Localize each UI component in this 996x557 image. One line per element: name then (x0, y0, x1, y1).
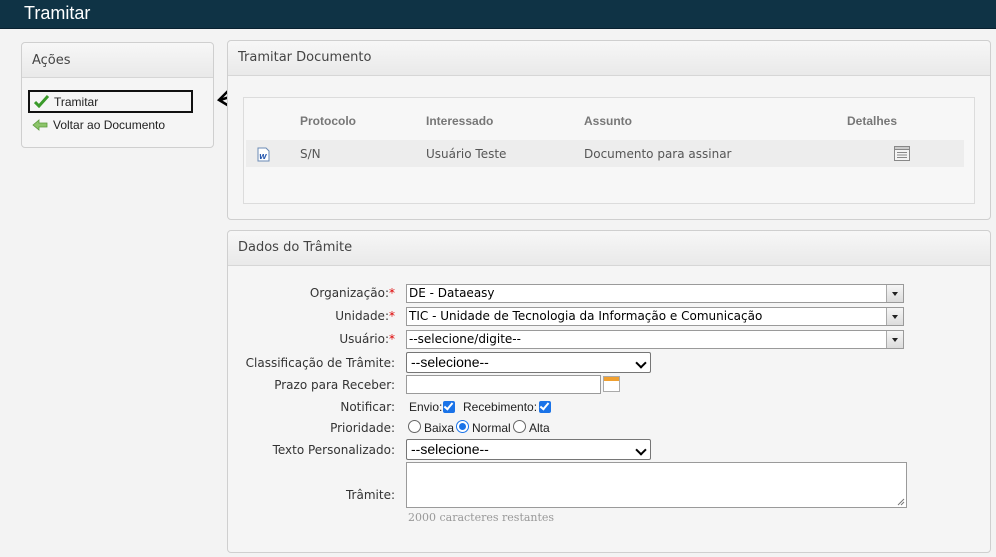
required-marker: * (389, 286, 395, 300)
dados-tramite-title: Dados do Trâmite (228, 231, 990, 266)
actions-panel: Ações Tramitar Voltar ao Documento (21, 42, 214, 148)
required-marker: * (389, 332, 395, 346)
calendar-icon[interactable] (603, 376, 620, 392)
dados-tramite-panel: Dados do Trâmite Organização:* DE - Data… (227, 230, 991, 553)
details-icon[interactable] (894, 146, 910, 161)
usuario-label: Usuário:* (339, 332, 395, 346)
envio-checkbox[interactable] (443, 401, 455, 413)
prazo-label: Prazo para Receber: (274, 378, 395, 392)
tramitar-documento-title: Tramitar Documento (228, 41, 990, 76)
radio-baixa-label: Baixa (424, 421, 455, 435)
chevron-down-icon[interactable] (886, 331, 903, 348)
check-icon (34, 95, 49, 108)
tramitar-action[interactable]: Tramitar (28, 90, 193, 113)
voltar-documento-label: Voltar ao Documento (53, 118, 166, 132)
organizacao-label: Organização:* (310, 286, 395, 300)
col-protocolo: Protocolo (300, 114, 356, 128)
organizacao-label-text: Organização: (309, 286, 389, 300)
cell-interessado: Usuário Teste (426, 147, 507, 161)
radio-alta[interactable] (513, 420, 526, 433)
prazo-input[interactable] (406, 375, 601, 394)
classificacao-label: Classificação de Trâmite: (245, 356, 395, 370)
svg-text:W: W (259, 153, 267, 161)
top-bar: Tramitar (0, 0, 996, 29)
recebimento-checkbox[interactable] (539, 401, 551, 413)
classificacao-select[interactable]: --selecione-- (406, 352, 651, 373)
usuario-label-text: Usuário: (339, 332, 389, 346)
page-title: Tramitar (24, 3, 91, 23)
tramitar-action-label: Tramitar (54, 94, 99, 109)
tramite-label: Trâmite: (345, 488, 395, 502)
unidade-value: TIC - Unidade de Tecnologia da Informaçã… (409, 309, 763, 323)
col-detalhes: Detalhes (847, 114, 898, 128)
documents-table: Protocolo Interessado Assunto Detalhes W… (243, 97, 975, 204)
texto-personalizado-select[interactable]: --selecione-- (406, 439, 651, 460)
unidade-label-text: Unidade: (335, 309, 389, 323)
cell-protocolo: S/N (300, 147, 321, 161)
chevron-down-icon (635, 357, 647, 369)
required-marker: * (389, 309, 395, 323)
cell-assunto: Documento para assinar (584, 147, 732, 161)
radio-baixa[interactable] (408, 420, 421, 433)
recebimento-label: Recebimento: (463, 400, 538, 414)
notificar-label: Notificar: (340, 400, 395, 414)
back-arrow-icon (32, 119, 48, 131)
resize-handle-icon[interactable] (897, 498, 905, 506)
unidade-label: Unidade:* (335, 309, 395, 323)
tramitar-documento-panel: Tramitar Documento Protocolo Interessado… (227, 40, 991, 220)
texto-personalizado-value: --selecione-- (411, 441, 489, 457)
tramite-textarea[interactable] (406, 462, 907, 508)
prioridade-label: Prioridade: (330, 421, 395, 435)
voltar-documento-action[interactable]: Voltar ao Documento (32, 118, 165, 132)
unidade-combobox[interactable]: TIC - Unidade de Tecnologia da Informaçã… (406, 307, 904, 326)
organizacao-combobox[interactable]: DE - Dataeasy (406, 284, 904, 303)
actions-panel-title: Ações (22, 43, 213, 78)
col-assunto: Assunto (584, 114, 632, 128)
usuario-combobox[interactable]: --selecione/digite-- (406, 330, 904, 349)
chevron-down-icon[interactable] (886, 285, 903, 302)
chevron-down-icon (635, 444, 647, 456)
radio-normal-label: Normal (472, 421, 511, 435)
chevron-down-icon[interactable] (886, 308, 903, 325)
col-interessado: Interessado (426, 114, 494, 128)
usuario-value: --selecione/digite-- (409, 332, 521, 346)
texto-personalizado-label: Texto Personalizado: (272, 443, 395, 457)
radio-normal[interactable] (456, 420, 469, 433)
character-counter: 2000 caracteres restantes (408, 511, 555, 524)
organizacao-value: DE - Dataeasy (409, 286, 495, 300)
word-document-icon[interactable]: W (257, 147, 270, 162)
radio-alta-label: Alta (529, 421, 550, 435)
classificacao-value: --selecione-- (411, 354, 489, 370)
envio-label: Envio: (409, 400, 443, 414)
